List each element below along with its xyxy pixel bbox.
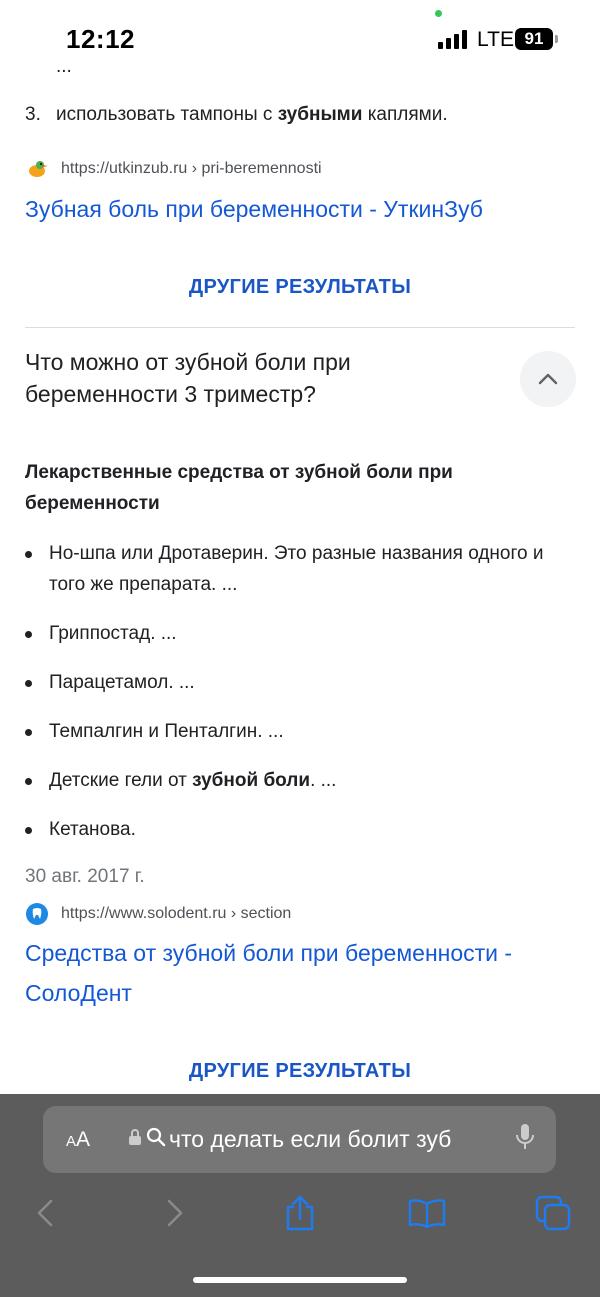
- snippet-heading: Лекарственные средства от зубной боли пр…: [25, 462, 453, 514]
- list-item: Детские гели от зубной боли. ...: [25, 765, 575, 796]
- more-results-button[interactable]: ДРУГИЕ РЕЗУЛЬТАТЫ: [0, 276, 600, 299]
- result-source[interactable]: https://www.solodent.ru › section: [25, 902, 291, 926]
- more-results-button[interactable]: ДРУГИЕ РЕЗУЛЬТАТЫ: [0, 1060, 600, 1083]
- collapse-button[interactable]: [520, 351, 576, 407]
- list-text-after: каплями.: [362, 104, 448, 125]
- chevron-up-icon: [538, 373, 558, 385]
- tooth-favicon-icon: [25, 902, 49, 926]
- lock-icon: [128, 1128, 142, 1151]
- privacy-indicator-icon: [435, 10, 442, 17]
- snippet-list-item: 3. использовать тампоны с зубными каплями…: [25, 104, 448, 126]
- result-date: 30 авг. 2017 г.: [25, 866, 145, 887]
- list-item: Но-шпа или Дротаверин. Это разные назван…: [25, 538, 575, 600]
- microphone-icon[interactable]: [515, 1123, 535, 1156]
- bookmarks-icon[interactable]: [402, 1188, 452, 1238]
- snippet-ellipsis: ...: [56, 56, 72, 77]
- list-item: Темпалгин и Пенталгин. ...: [25, 716, 575, 747]
- source-url: https://www.solodent.ru › section: [61, 905, 292, 922]
- address-text[interactable]: что делать если болит зуб: [169, 1126, 489, 1153]
- home-indicator: [193, 1277, 407, 1283]
- list-text-before: использовать тампоны с: [56, 104, 278, 125]
- battery-tip: [555, 35, 558, 43]
- share-icon[interactable]: [275, 1188, 325, 1238]
- list-number: 3.: [25, 104, 41, 125]
- list-item: Кетанова.: [25, 814, 575, 845]
- list-item: Гриппостад. ...: [25, 618, 575, 649]
- snippet-bullet-list: Но-шпа или Дротаверин. Это разные назван…: [25, 538, 575, 863]
- source-url: https://utkinzub.ru › pri-beremennosti: [61, 160, 322, 177]
- question-heading[interactable]: Что можно от зубной боли при беременност…: [25, 346, 495, 410]
- list-text-bold: зубными: [277, 104, 363, 125]
- reader-settings-button[interactable]: AA: [66, 1128, 128, 1152]
- divider: [25, 327, 575, 328]
- duck-favicon-icon: [25, 157, 49, 181]
- address-bar[interactable]: AA что делать если болит зуб: [43, 1106, 556, 1173]
- battery-icon: 91: [515, 28, 553, 50]
- cellular-signal-icon: [438, 29, 467, 49]
- result-source[interactable]: https://utkinzub.ru › pri-beremennosti: [25, 157, 322, 181]
- result-title-link[interactable]: Средства от зубной боли при беременности…: [25, 933, 585, 1013]
- status-time: 12:12: [66, 24, 135, 54]
- list-item: Парацетамол. ...: [25, 667, 575, 698]
- result-title-link[interactable]: Зубная боль при беременности - УткинЗуб: [25, 189, 483, 229]
- browser-toolbar: [0, 1188, 600, 1238]
- network-type: LTE: [477, 28, 514, 51]
- search-icon: [146, 1127, 166, 1152]
- tabs-icon[interactable]: [528, 1188, 578, 1238]
- forward-icon[interactable]: [150, 1188, 200, 1238]
- back-icon[interactable]: [20, 1188, 70, 1238]
